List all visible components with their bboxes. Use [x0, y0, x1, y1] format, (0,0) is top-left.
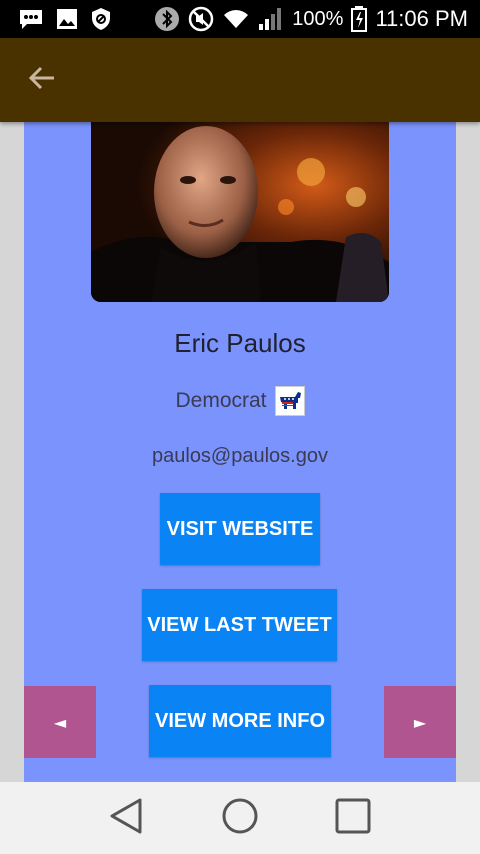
party-label: Democrat [175, 389, 267, 412]
bluetooth-icon [154, 6, 180, 32]
app-bar [0, 38, 480, 122]
signal-icon [258, 7, 284, 31]
mute-icon [188, 6, 214, 32]
visit-website-button[interactable]: VISIT WEBSITE [160, 493, 320, 565]
shield-icon [90, 7, 112, 31]
previous-button[interactable]: ◄ [24, 686, 96, 758]
nav-back-button[interactable] [102, 793, 152, 843]
wifi-icon [222, 8, 250, 30]
representative-photo [91, 122, 389, 302]
image-icon [56, 8, 78, 30]
next-button[interactable]: ► [384, 686, 456, 758]
left-arrow-icon: ◄ [53, 712, 67, 732]
clock: 11:06 PM [375, 6, 468, 31]
recents-square-icon [333, 796, 373, 840]
status-bar: 100% 11:06 PM [0, 0, 480, 38]
system-nav-bar [0, 782, 480, 854]
party-row: Democrat [24, 386, 456, 416]
home-circle-icon [220, 796, 260, 840]
view-more-info-button[interactable]: VIEW MORE INFO [149, 685, 331, 757]
nav-home-button[interactable] [215, 793, 265, 843]
arrow-back-icon [28, 64, 56, 96]
back-button[interactable] [24, 62, 60, 98]
email-text: paulos@paulos.gov [152, 445, 328, 467]
democrat-donkey-icon [274, 386, 305, 416]
battery-percent: 100% [292, 7, 344, 30]
representative-card: Eric Paulos Democrat paulos@paulos.gov V… [24, 122, 456, 782]
status-right-icons: 100% 11:06 PM [154, 6, 480, 32]
back-triangle-icon [107, 796, 147, 840]
view-last-tweet-button[interactable]: VIEW LAST TWEET [142, 589, 337, 661]
bbm-icon [18, 8, 44, 30]
representative-name: Eric Paulos [174, 328, 306, 358]
nav-recents-button[interactable] [328, 793, 378, 843]
status-left-icons [0, 7, 112, 31]
right-arrow-icon: ► [413, 712, 427, 732]
battery-charging-icon [351, 6, 368, 32]
